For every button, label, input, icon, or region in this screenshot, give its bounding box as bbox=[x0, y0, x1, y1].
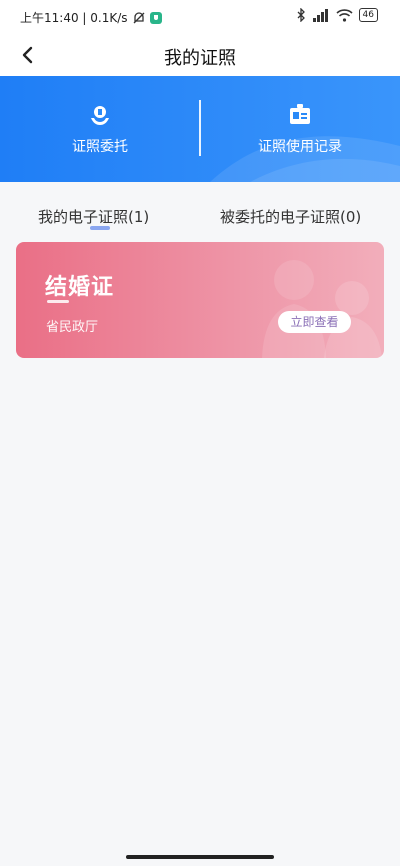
banner-item-delegate[interactable]: 证照委托 bbox=[0, 76, 200, 182]
home-indicator[interactable] bbox=[126, 855, 274, 859]
tab-delegated-certificates[interactable]: 被委托的电子证照(0) bbox=[220, 206, 361, 227]
status-left: 上午11:40 | 0.1K/s bbox=[20, 9, 162, 26]
banner-item-label: 证照委托 bbox=[72, 139, 128, 155]
wifi-icon bbox=[336, 8, 353, 22]
status-bar: 上午11:40 | 0.1K/s 46 bbox=[0, 0, 400, 34]
couple-silhouette-decoration bbox=[262, 260, 382, 358]
nav-bar: 我的证照 bbox=[0, 34, 400, 76]
bell-muted-icon bbox=[133, 11, 144, 23]
certificate-delegate-icon bbox=[91, 106, 109, 125]
signal-icon bbox=[312, 8, 328, 22]
certificate-underline bbox=[47, 300, 69, 303]
bluetooth-icon bbox=[297, 8, 305, 22]
certificate-name: 结婚证 bbox=[45, 275, 115, 300]
id-card-record-icon bbox=[290, 104, 310, 124]
battery-icon: 46 bbox=[358, 8, 378, 22]
status-right: 46 bbox=[296, 8, 378, 22]
tab-my-certificates[interactable]: 我的电子证照(1) bbox=[38, 206, 149, 227]
certificate-card[interactable]: 结婚证 省民政厅 立即查看 bbox=[16, 242, 384, 358]
banner-item-usage-record[interactable]: 证照使用记录 bbox=[200, 76, 400, 182]
shortcut-banner: 证照委托 证照使用记录 bbox=[0, 76, 400, 182]
banner-item-label: 证照使用记录 bbox=[258, 139, 342, 155]
status-time-speed: 上午11:40 | 0.1K/s bbox=[20, 11, 128, 25]
view-now-button[interactable]: 立即查看 bbox=[278, 311, 351, 333]
active-tab-indicator bbox=[90, 226, 110, 230]
certificate-tabs: 我的电子证照(1) 被委托的电子证照(0) bbox=[0, 182, 400, 234]
certificate-department: 省民政厅 bbox=[46, 320, 99, 335]
page-title: 我的证照 bbox=[164, 48, 236, 69]
shield-icon bbox=[149, 11, 162, 24]
